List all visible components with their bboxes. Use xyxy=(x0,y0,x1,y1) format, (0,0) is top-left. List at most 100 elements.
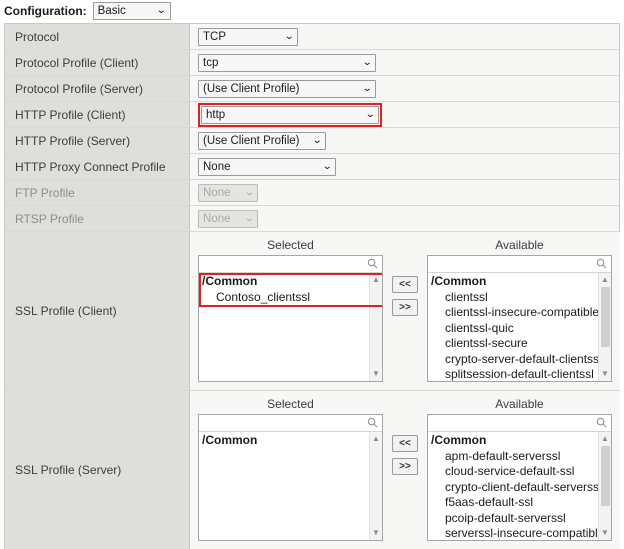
table-row-ssl-profile-client: SSL Profile (Client) Selected /Common Co… xyxy=(5,232,620,391)
list-item[interactable]: f5aas-default-ssl xyxy=(428,495,611,511)
list-item[interactable]: splitsession-default-clientssl xyxy=(428,367,611,381)
scroll-down-icon[interactable]: ▼ xyxy=(599,527,611,539)
list-item[interactable]: pcoip-default-serverssl xyxy=(428,511,611,527)
list-item[interactable]: clientssl-insecure-compatible xyxy=(428,305,611,321)
list-item[interactable]: /Common xyxy=(428,274,611,290)
ssl-client-selected-column: Selected /Common Contoso_clientssl ▲ ▼ xyxy=(198,238,383,382)
ssl-server-selected-items: /Common xyxy=(199,432,382,449)
row-label-http-profile-server: HTTP Profile (Server) xyxy=(5,128,190,153)
ssl-client-available-column: Available /Common clientssl clientssl-in… xyxy=(427,238,612,382)
scrollbar-thumb[interactable] xyxy=(601,446,610,506)
rtsp-profile-select-value: None xyxy=(203,212,231,225)
ssl-server-available-search[interactable] xyxy=(428,415,611,432)
scroll-down-icon[interactable]: ▼ xyxy=(370,527,382,539)
row-label-rtsp-profile: RTSP Profile xyxy=(5,206,190,231)
ssl-client-transfer-buttons: << >> xyxy=(383,238,427,316)
ssl-client-selected-scrollbar[interactable]: ▲ ▼ xyxy=(369,273,382,381)
scrollbar-thumb[interactable] xyxy=(601,287,610,347)
http-profile-client-select-value: http xyxy=(206,108,226,121)
chevron-down-icon: ⌄ xyxy=(361,82,373,94)
ssl-client-available-search[interactable] xyxy=(428,256,611,273)
list-item[interactable]: clientssl-quic xyxy=(428,321,611,337)
chevron-down-icon: ⌄ xyxy=(321,160,333,172)
ssl-client-available-items: /Common clientssl clientssl-insecure-com… xyxy=(428,273,611,381)
protocol-select[interactable]: TCP ⌄ xyxy=(198,27,298,46)
ssl-server-move-left-button[interactable]: << xyxy=(392,435,418,452)
scroll-up-icon[interactable]: ▲ xyxy=(370,274,382,286)
ftp-profile-select: None ⌄ xyxy=(198,183,258,202)
ssl-client-available-scrollbar[interactable]: ▲ ▼ xyxy=(598,273,611,381)
row-label-ssl-profile-server: SSL Profile (Server) xyxy=(5,391,190,549)
scroll-down-icon[interactable]: ▼ xyxy=(599,368,611,380)
rtsp-profile-select: None ⌄ xyxy=(198,209,258,228)
list-item[interactable]: serverssl-insecure-compatible xyxy=(428,526,611,540)
table-row-protocol-profile-client: Protocol Profile (Client) tcp ⌄ xyxy=(5,50,619,76)
ssl-server-selected-search[interactable] xyxy=(199,415,382,432)
search-icon xyxy=(367,417,378,428)
ssl-server-selected-scrollbar[interactable]: ▲ ▼ xyxy=(369,432,382,540)
ssl-server-selected-column: Selected /Common ▲ ▼ xyxy=(198,397,383,541)
ssl-client-selected-items: /Common Contoso_clientssl xyxy=(199,273,382,305)
table-row-protocol: Protocol TCP ⌄ xyxy=(5,24,619,50)
scroll-up-icon[interactable]: ▲ xyxy=(599,274,611,286)
list-item[interactable]: cloud-service-default-ssl xyxy=(428,464,611,480)
ssl-server-available-items: /Common apm-default-serverssl cloud-serv… xyxy=(428,432,611,540)
list-item[interactable]: /Common xyxy=(199,274,382,290)
search-icon xyxy=(596,417,607,428)
table-row-ftp-profile: FTP Profile None ⌄ xyxy=(5,180,619,206)
ssl-client-selected-search[interactable] xyxy=(199,256,382,273)
scroll-up-icon[interactable]: ▲ xyxy=(599,433,611,445)
list-item[interactable]: crypto-client-default-serverssl xyxy=(428,480,611,496)
ssl-client-available-list[interactable]: /Common clientssl clientssl-insecure-com… xyxy=(428,273,611,381)
protocol-profile-client-select-value: tcp xyxy=(203,56,219,69)
ssl-server-available-column: Available /Common apm-default-serverssl … xyxy=(427,397,612,541)
row-value-http-profile-server: (Use Client Profile) ⌄ xyxy=(190,128,619,153)
configuration-select[interactable]: Basic ⌄ xyxy=(92,1,171,20)
ssl-server-selected-list[interactable]: /Common ▲ ▼ xyxy=(199,432,382,540)
list-item[interactable]: clientssl-secure xyxy=(428,336,611,352)
http-profile-client-select[interactable]: http ⌄ xyxy=(201,105,379,124)
chevron-down-icon: ⌄ xyxy=(156,4,167,16)
list-item[interactable]: /Common xyxy=(199,433,382,449)
protocol-select-value: TCP xyxy=(203,30,226,43)
search-icon xyxy=(596,258,607,269)
list-item[interactable]: clientssl xyxy=(428,290,611,306)
protocol-profile-server-select-value: (Use Client Profile) xyxy=(203,82,300,95)
ssl-server-transfer-buttons: << >> xyxy=(383,397,427,475)
ssl-server-picker: Selected /Common ▲ ▼ << >> Available /Co… xyxy=(190,391,620,549)
configuration-select-value: Basic xyxy=(97,4,126,17)
scroll-down-icon[interactable]: ▼ xyxy=(370,368,382,380)
row-label-protocol: Protocol xyxy=(5,24,190,49)
ssl-client-available-header: Available xyxy=(495,238,544,252)
ssl-server-move-right-button[interactable]: >> xyxy=(392,458,418,475)
table-row-http-profile-server: HTTP Profile (Server) (Use Client Profil… xyxy=(5,128,619,154)
http-profile-server-select-value: (Use Client Profile) xyxy=(203,134,300,147)
chevron-down-icon: ⌄ xyxy=(243,212,255,224)
configuration-bar: Configuration: Basic ⌄ xyxy=(0,0,624,21)
ssl-client-move-right-button[interactable]: >> xyxy=(392,299,418,316)
ssl-server-available-scrollbar[interactable]: ▲ ▼ xyxy=(598,432,611,540)
row-label-protocol-profile-client: Protocol Profile (Client) xyxy=(5,50,190,75)
http-proxy-connect-profile-select[interactable]: None ⌄ xyxy=(198,157,336,176)
list-item[interactable]: apm-default-serverssl xyxy=(428,449,611,465)
ssl-server-selected-box: /Common ▲ ▼ xyxy=(198,414,383,541)
http-profile-server-select[interactable]: (Use Client Profile) ⌄ xyxy=(198,131,326,150)
chevron-down-icon: ⌄ xyxy=(283,30,295,42)
table-row-protocol-profile-server: Protocol Profile (Server) (Use Client Pr… xyxy=(5,76,619,102)
table-row-ssl-profile-server: SSL Profile (Server) Selected /Common ▲ … xyxy=(5,391,620,549)
row-value-rtsp-profile: None ⌄ xyxy=(190,206,619,231)
list-item[interactable]: /Common xyxy=(428,433,611,449)
ssl-client-move-left-button[interactable]: << xyxy=(392,276,418,293)
chevron-down-icon: ⌄ xyxy=(364,108,376,120)
scroll-up-icon[interactable]: ▲ xyxy=(370,433,382,445)
ssl-client-available-box: /Common clientssl clientssl-insecure-com… xyxy=(427,255,612,382)
ssl-client-selected-box: /Common Contoso_clientssl ▲ ▼ xyxy=(198,255,383,382)
protocol-profile-server-select[interactable]: (Use Client Profile) ⌄ xyxy=(198,79,376,98)
protocol-profile-client-select[interactable]: tcp ⌄ xyxy=(198,53,376,72)
ssl-server-available-list[interactable]: /Common apm-default-serverssl cloud-serv… xyxy=(428,432,611,540)
ssl-client-selected-list[interactable]: /Common Contoso_clientssl ▲ ▼ xyxy=(199,273,382,381)
list-item[interactable]: Contoso_clientssl xyxy=(199,290,382,306)
ssl-server-available-header: Available xyxy=(495,397,544,411)
list-item[interactable]: crypto-server-default-clientssl xyxy=(428,352,611,368)
row-value-http-profile-client: http ⌄ xyxy=(190,102,619,127)
